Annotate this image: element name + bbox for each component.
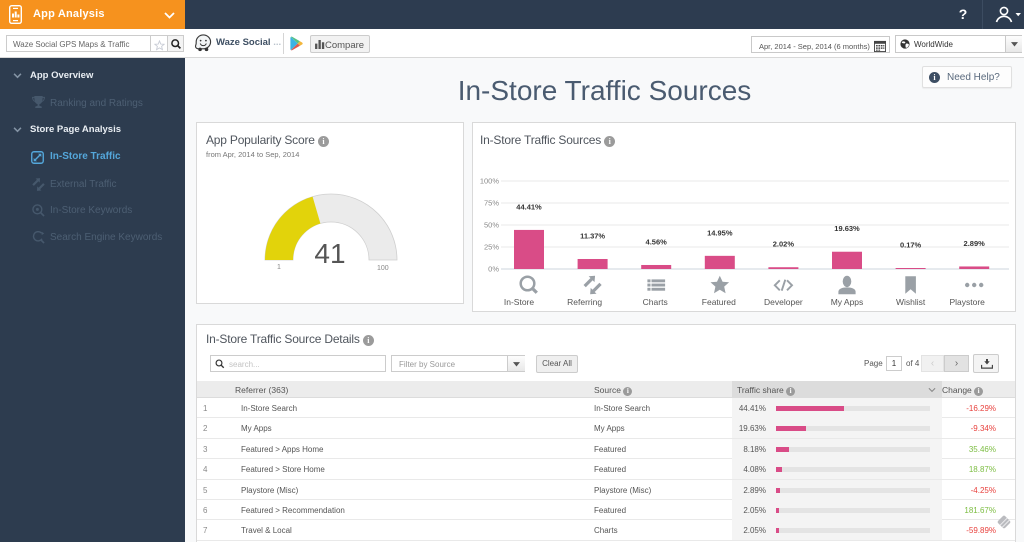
svg-text:Developer: Developer xyxy=(764,297,803,307)
svg-text:100%: 100% xyxy=(480,177,500,186)
svg-text:Wishlist: Wishlist xyxy=(896,297,926,307)
svg-text:My Apps: My Apps xyxy=(831,297,864,307)
svg-text:Featured: Featured xyxy=(702,297,736,307)
svg-text:Charts: Charts xyxy=(643,297,668,307)
svg-text:2.02%: 2.02% xyxy=(773,240,795,249)
svg-text:75%: 75% xyxy=(484,199,499,208)
svg-text:In-Store: In-Store xyxy=(504,297,535,307)
svg-text:0%: 0% xyxy=(488,265,499,274)
svg-text:Referring: Referring xyxy=(567,297,602,307)
svg-text:14.95%: 14.95% xyxy=(707,228,733,237)
svg-text:Playstore: Playstore xyxy=(949,297,985,307)
svg-text:11.37%: 11.37% xyxy=(580,231,605,240)
svg-text:0.17%: 0.17% xyxy=(900,241,922,250)
svg-text:19.63%: 19.63% xyxy=(834,224,860,233)
svg-text:2.89%: 2.89% xyxy=(964,239,986,248)
svg-text:50%: 50% xyxy=(484,221,499,230)
svg-text:44.41%: 44.41% xyxy=(516,202,542,211)
svg-text:4.56%: 4.56% xyxy=(646,237,668,246)
svg-text:25%: 25% xyxy=(484,243,499,252)
